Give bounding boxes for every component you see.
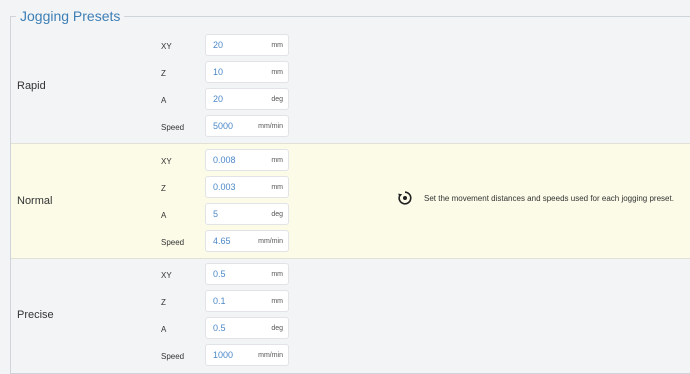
field-value: 20 [213, 94, 224, 104]
row-label-speed: Speed [161, 238, 185, 247]
row-label-xy: XY [161, 157, 172, 166]
preset-rapid: Rapid XY 20 mm Z 10 mm A 20 deg Speed 50… [11, 24, 690, 142]
field-value: 1000 [213, 350, 234, 360]
field-value: 4.65 [213, 236, 231, 246]
field-unit: mm/min [258, 352, 283, 359]
row-label-z: Z [161, 69, 166, 78]
reset-circle-icon[interactable] [397, 190, 413, 206]
field-unit: deg [271, 325, 283, 332]
row-label-z: Z [161, 298, 166, 307]
row-label-a: A [161, 211, 167, 220]
hint-row: Set the movement distances and speeds us… [397, 190, 674, 206]
precise-a-input[interactable]: 0.5 deg [205, 317, 289, 339]
normal-z-input[interactable]: 0.003 mm [205, 176, 289, 198]
field-value: 5000 [213, 121, 234, 131]
row-label-z: Z [161, 184, 166, 193]
row-label-a: A [161, 325, 167, 334]
field-unit: deg [271, 211, 283, 218]
precise-z-input[interactable]: 0.1 mm [205, 290, 289, 312]
row-label-a: A [161, 96, 167, 105]
field-unit: mm [271, 157, 283, 164]
row-label-xy: XY [161, 42, 172, 51]
row-label-speed: Speed [161, 123, 185, 132]
field-value: 0.5 [213, 269, 226, 279]
field-value: 0.003 [213, 182, 236, 192]
field-unit: mm/min [258, 123, 283, 130]
field-unit: mm [271, 184, 283, 191]
normal-a-input[interactable]: 5 deg [205, 203, 289, 225]
field-unit: mm [271, 271, 283, 278]
rapid-z-input[interactable]: 10 mm [205, 61, 289, 83]
normal-speed-input[interactable]: 4.65 mm/min [205, 230, 289, 252]
field-value: 0.5 [213, 323, 226, 333]
field-value: 20 [213, 40, 224, 50]
field-unit: deg [271, 96, 283, 103]
field-unit: mm/min [258, 238, 283, 245]
panel-title: Jogging Presets [16, 6, 125, 26]
precise-xy-input[interactable]: 0.5 mm [205, 263, 289, 285]
rapid-a-input[interactable]: 20 deg [205, 88, 289, 110]
preset-name: Rapid [17, 80, 46, 92]
preset-name: Normal [17, 195, 53, 207]
field-value: 0.008 [213, 155, 236, 165]
field-value: 10 [213, 67, 224, 77]
field-unit: mm [271, 42, 283, 49]
rapid-xy-input[interactable]: 20 mm [205, 34, 289, 56]
field-unit: mm [271, 69, 283, 76]
preset-name: Precise [17, 309, 54, 321]
field-unit: mm [271, 298, 283, 305]
field-value: 0.1 [213, 296, 226, 306]
hint-text: Set the movement distances and speeds us… [424, 193, 674, 203]
precise-speed-input[interactable]: 1000 mm/min [205, 344, 289, 366]
preset-precise: Precise XY 0.5 mm Z 0.1 mm A 0.5 deg Spe… [11, 258, 690, 372]
normal-xy-input[interactable]: 0.008 mm [205, 149, 289, 171]
field-value: 5 [213, 209, 219, 219]
rapid-speed-input[interactable]: 5000 mm/min [205, 115, 289, 137]
row-label-xy: XY [161, 271, 172, 280]
row-label-speed: Speed [161, 352, 185, 361]
